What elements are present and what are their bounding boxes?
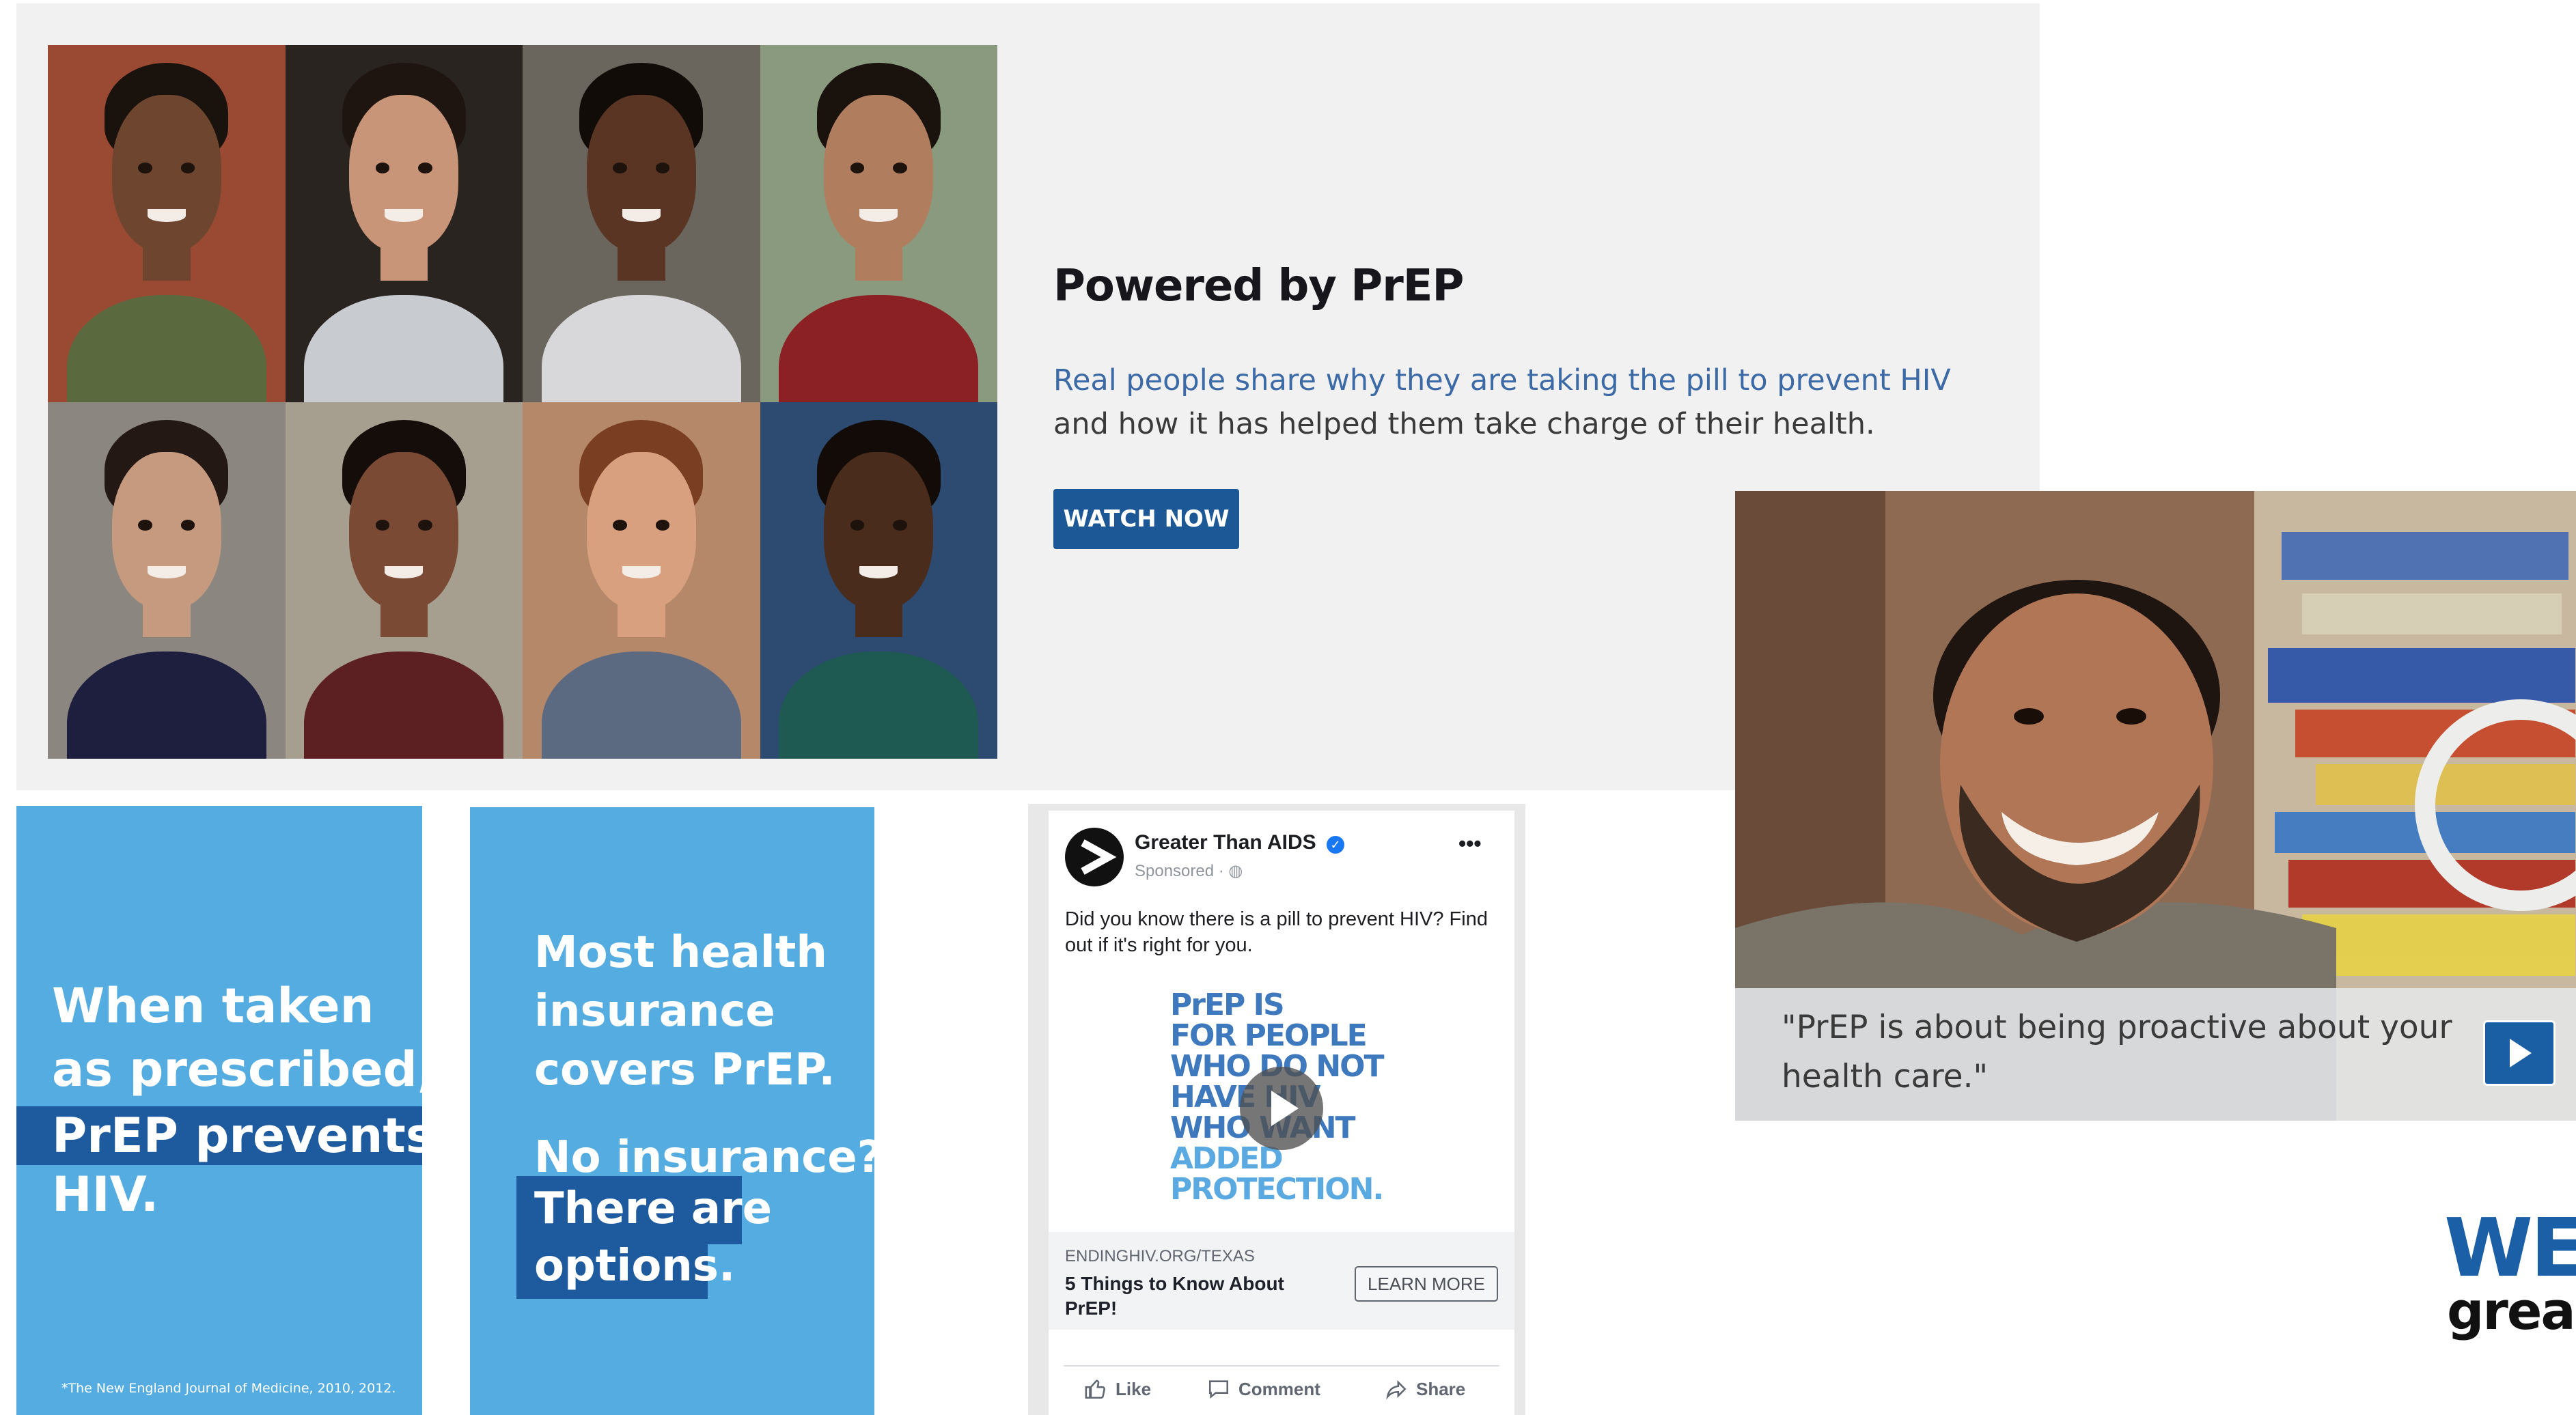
learn-more-button[interactable]: LEARN MORE: [1355, 1266, 1498, 1302]
media-line-1: PrEP IS: [1170, 987, 1285, 1022]
video-caption: "PrEP is about being proactive about you…: [1782, 1009, 2452, 1095]
link-domain: ENDINGHIV.ORG/TEXAS: [1065, 1247, 1255, 1265]
play-video-icon[interactable]: [1240, 1067, 1323, 1150]
banner-description: Real people share why they are taking th…: [1053, 359, 2010, 446]
portrait-2: [285, 45, 523, 402]
greater-logo-text: grea: [2447, 1280, 2576, 1341]
portrait-grid: [48, 45, 997, 759]
ad2-line3: covers PrEP.: [534, 1045, 835, 1095]
greater-than-aids-avatar[interactable]: [1065, 828, 1124, 886]
ad1-line2: as prescribed,: [52, 1041, 436, 1097]
description-link[interactable]: Real people share why they are taking th…: [1053, 363, 1951, 397]
page-name[interactable]: Greater Than AIDS: [1135, 831, 1316, 854]
ad2-line1: Most health: [534, 927, 827, 978]
ad1-line4: HIV.: [52, 1166, 159, 1222]
comment-icon: [1208, 1380, 1229, 1399]
description-text: and how it has helped them take charge o…: [1053, 407, 1875, 441]
portrait-4: [760, 45, 997, 402]
ad2-highlight-line1: There are: [516, 1176, 772, 1244]
media-line-6: ADDED: [1170, 1141, 1284, 1176]
share-label: Share: [1416, 1378, 1466, 1399]
video-media[interactable]: PrEP ISFOR PEOPLEWHO DO NOTHAVE HIVWHO W…: [1049, 978, 1514, 1232]
greater-than-logo-icon: [1081, 839, 1117, 875]
portrait-7: [523, 402, 760, 759]
play-button-icon[interactable]: [2483, 1020, 2556, 1086]
ad2-highlight-line2: options.: [516, 1237, 735, 1299]
ad1-line1: When taken: [52, 978, 374, 1034]
portrait-3: [523, 45, 760, 402]
globe-icon: ◍: [1228, 862, 1243, 880]
ad1-footnote: *The New England Journal of Medicine, 20…: [61, 1381, 396, 1396]
portrait-1: [48, 45, 286, 402]
portrait-6: [285, 402, 523, 759]
thumbs-up-icon: [1085, 1379, 1105, 1399]
verified-badge-icon: ✓: [1327, 836, 1344, 854]
link-headline: 5 Things to Know About PrEP!: [1065, 1273, 1284, 1319]
prep-prevents-hiv-ad: When taken as prescribed, PrEP prevents …: [16, 806, 435, 1415]
link-preview[interactable]: ENDINGHIV.ORG/TEXAS 5 Things to Know Abo…: [1049, 1232, 1514, 1330]
share-icon: [1386, 1380, 1407, 1400]
share-button[interactable]: Share: [1385, 1377, 1465, 1401]
insurance-covers-prep-ad: Most health insurance covers PrEP. No in…: [470, 807, 883, 1415]
portrait-8: [760, 402, 997, 759]
watch-now-button[interactable]: WATCH NOW: [1053, 489, 1239, 549]
post-text: Did you know there is a pill to prevent …: [1065, 908, 1488, 956]
media-line-2: FOR PEOPLE: [1170, 1018, 1368, 1053]
action-divider: [1064, 1365, 1499, 1367]
ad2-line2: insurance: [534, 986, 775, 1037]
like-button[interactable]: Like: [1084, 1377, 1151, 1401]
facebook-post: Greater Than AIDS ✓ Sponsored · ◍ ••• Di…: [1049, 811, 1514, 1415]
portrait-5: [48, 402, 286, 759]
facebook-ad-card: Greater Than AIDS ✓ Sponsored · ◍ ••• Di…: [1028, 804, 1525, 1415]
testimonial-video-thumbnail[interactable]: "PrEP is about being proactive about you…: [1735, 491, 2576, 1121]
sponsored-text: Sponsored ·: [1135, 862, 1229, 880]
media-line-7: PROTECTION.: [1170, 1172, 1384, 1207]
sponsored-label: Sponsored · ◍: [1135, 861, 1243, 881]
banner-title: Powered by PrEP: [1053, 261, 1464, 311]
comment-label: Comment: [1238, 1378, 1320, 1399]
like-label: Like: [1116, 1378, 1152, 1399]
ad1-highlight-line: PrEP prevents: [16, 1106, 434, 1165]
comment-button[interactable]: Comment: [1207, 1377, 1320, 1401]
more-options-icon[interactable]: •••: [1458, 831, 1482, 856]
